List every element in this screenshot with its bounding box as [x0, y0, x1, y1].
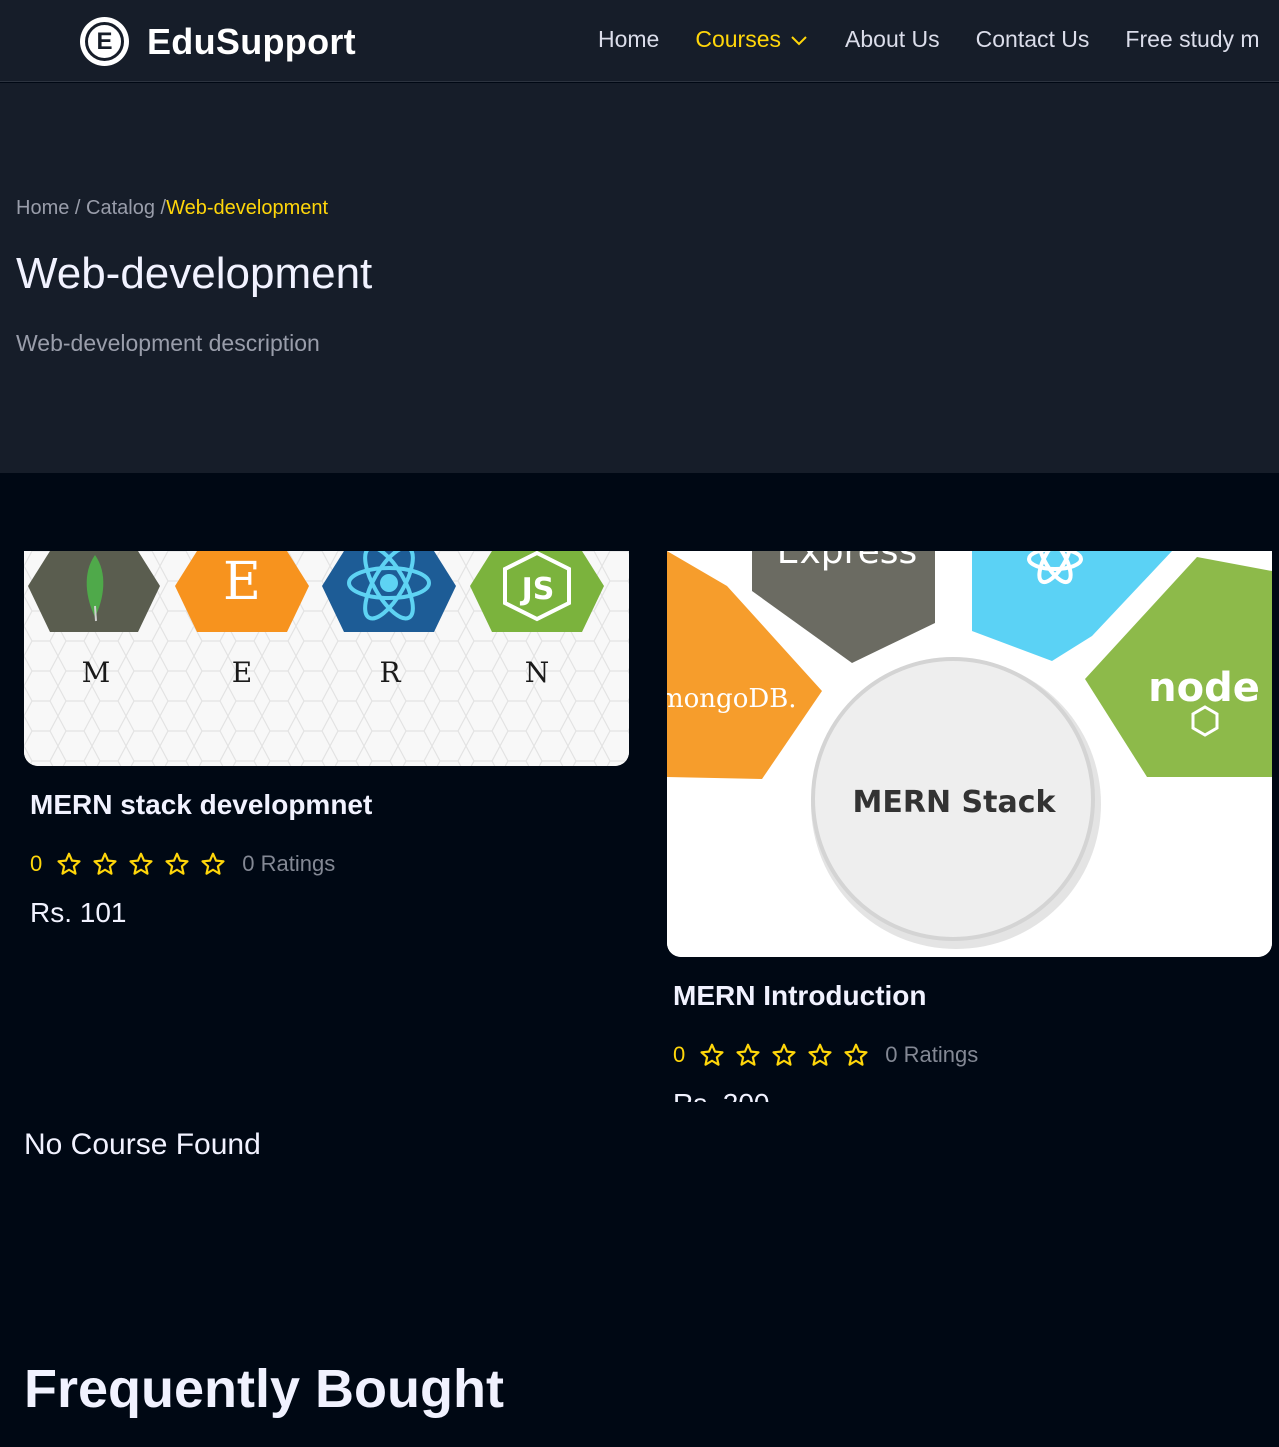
express-logo-text: E — [223, 552, 261, 612]
star-outline-icon — [129, 852, 153, 875]
star-outline-icon — [700, 1043, 724, 1066]
rating-value: 0 — [30, 851, 43, 876]
star-outline-icon — [844, 1043, 868, 1066]
star-outline-icon — [772, 1043, 796, 1066]
course-card[interactable]: Express mongoDB. node MERN Stack MERN In… — [667, 551, 1272, 1102]
course-title[interactable]: MERN stack developmnet — [30, 789, 629, 821]
logo-letter: E — [85, 22, 124, 61]
course-price: Rs. 200 — [673, 1088, 1272, 1102]
course-price: Rs. 101 — [30, 897, 127, 928]
ratings-count: 0 Ratings — [885, 1042, 979, 1067]
star-outline-icon — [165, 852, 189, 875]
breadcrumb: Home / Catalog /Web-development — [16, 197, 328, 220]
empty-state-message: No Course Found — [24, 1128, 261, 1161]
star-outline-icon — [93, 852, 117, 875]
mern-letter: N — [525, 656, 550, 689]
nav-menu: Home Courses About Us Contact Us Free st… — [598, 26, 1260, 53]
nav-courses-label: Courses — [695, 26, 782, 52]
mern-letter: M — [82, 656, 111, 689]
nav-home-link[interactable]: Home — [598, 26, 659, 53]
mern-stack-image: Express mongoDB. node MERN Stack — [667, 551, 1272, 957]
nodejs-logo-text: node — [1148, 665, 1260, 711]
brand-logo[interactable]: E EduSupport — [80, 17, 356, 66]
course-card[interactable]: E JS M E R N MERN stack developmnet 0 0 … — [24, 551, 629, 929]
mern-letter: R — [379, 656, 401, 689]
mongodb-logo-text: mongoDB. — [667, 684, 797, 714]
breadcrumb-current: Web-development — [166, 197, 329, 219]
express-logo-text: Express — [777, 551, 918, 572]
page-title: Web-development — [16, 249, 373, 298]
logo-icon: E — [80, 17, 129, 66]
nav-free-study-link[interactable]: Free study m — [1125, 26, 1259, 53]
breadcrumb-home[interactable]: Home — [16, 197, 69, 219]
page-description: Web-development description — [16, 330, 320, 356]
section-title: Frequently Bought — [24, 1359, 504, 1419]
course-slider-viewport: Express mongoDB. node MERN Stack MERN In… — [667, 551, 1279, 1102]
rating-value: 0 — [673, 1042, 686, 1067]
nav-courses-link[interactable]: Courses — [695, 26, 809, 53]
nav-contact-link[interactable]: Contact Us — [976, 26, 1090, 53]
breadcrumb-catalog[interactable]: Catalog — [86, 197, 155, 219]
nodejs-logo-text: JS — [520, 572, 555, 607]
nav-about-link[interactable]: About Us — [845, 26, 940, 53]
rating-row: 0 0 Ratings — [30, 851, 629, 877]
mern-hexagon-image: E JS M E R N — [24, 551, 629, 766]
star-outline-icon — [808, 1043, 832, 1066]
chevron-down-icon — [791, 35, 807, 45]
course-title[interactable]: MERN Introduction — [673, 980, 1272, 1012]
star-outline-icon — [736, 1043, 760, 1066]
brand-name: EduSupport — [147, 20, 356, 62]
breadcrumb-separator: / — [69, 197, 87, 219]
navbar: E EduSupport Home Courses About Us Conta… — [0, 0, 1279, 82]
course-thumbnail: Express mongoDB. node MERN Stack — [667, 551, 1272, 957]
ratings-count: 0 Ratings — [242, 851, 336, 876]
mern-stack-label: MERN Stack — [853, 785, 1057, 820]
mern-letter: E — [232, 656, 252, 689]
rating-row: 0 0 Ratings — [673, 1042, 1272, 1068]
course-thumbnail: E JS M E R N — [24, 551, 629, 766]
breadcrumb-separator: / — [154, 197, 167, 219]
star-outline-icon — [57, 852, 81, 875]
category-hero: Home / Catalog /Web-development Web-deve… — [0, 83, 1279, 473]
star-outline-icon — [201, 852, 225, 875]
